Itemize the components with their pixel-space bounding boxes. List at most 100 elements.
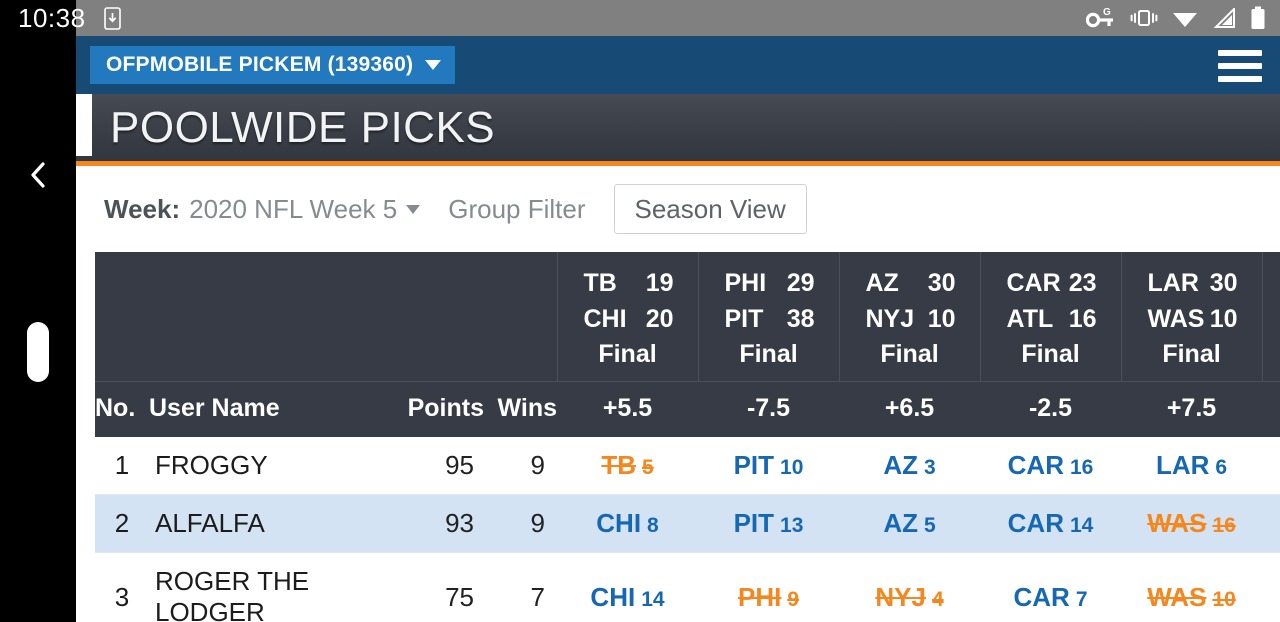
phone-left-gutter [0,36,76,622]
pick: WAS 16 [1147,508,1236,539]
pick-cell[interactable]: WAS 16 [1121,494,1262,553]
pick-team: TB [601,450,636,480]
pick-cell[interactable]: CAR 7 [980,552,1121,622]
home-team: PIT [724,304,764,333]
game-header-cell[interactable]: TB 19 CHI 20 Final [556,252,698,382]
row-rank: 1 [95,437,149,495]
pick-team: PHI [737,581,782,612]
row-user[interactable]: ROGER THE LODGER [149,552,394,622]
battery-icon [1251,6,1265,29]
game-status: Final [1021,340,1080,368]
pick-team: CHI [590,581,636,612]
row-user[interactable]: ALFALFA [149,494,394,553]
wifi-icon [1173,13,1197,27]
app-navbar: OFPMOBILE PICKEM (139360) [76,36,1280,94]
hamburger-bar [1218,63,1262,69]
gesture-pill-handle[interactable] [27,322,49,382]
pick-confidence: 10 [1212,587,1236,611]
table-row[interactable]: 2 ALFALFA 93 9 CHI 8 PIT 13 AZ 5 CAR 14 WAS 1… [95,494,1280,553]
pick: TB 5 [601,450,653,481]
pick-cell[interactable]: PIT 10 [698,437,839,495]
game-header-cell[interactable]: CAR 23 ATL 16 Final [979,252,1121,382]
row-user[interactable]: FROGGY [149,437,394,495]
game-header-cell-partial[interactable] [1261,252,1280,382]
game-status: Final [1162,340,1221,368]
pick-cell[interactable]: CAR 14 [980,494,1121,553]
poolwide-picks-table: TB 19 CHI 20 Final PHI 29 PIT 38 Final A… [95,252,1280,622]
column-header-user[interactable]: User Name [149,381,394,437]
pick: LAR 6 [1156,450,1227,481]
home-score: 38 [786,304,815,333]
pick-cell[interactable]: AZ 5 [839,494,980,553]
column-header-spread: -7.5 [698,381,839,437]
game-header-cell[interactable]: AZ 30 NYJ 10 Final [838,252,980,382]
pick-cell[interactable] [1262,494,1280,553]
home-score: 16 [1068,304,1097,333]
pick-confidence: 16 [1069,456,1094,479]
home-team: NYJ [865,304,915,333]
pick-confidence: 13 [780,514,804,537]
pick-team: LAR [1155,450,1210,480]
pick-cell[interactable]: CAR 16 [980,437,1121,495]
home-team: ATL [1006,304,1054,333]
game-header-cell[interactable]: PHI 29 PIT 38 Final [697,252,839,382]
season-view-button[interactable]: Season View [613,184,807,234]
pick-confidence: 9 [787,587,800,611]
table-body: 1 FROGGY 95 9 TB 5 PIT 10 AZ 3 CAR 16 LAR 6 2… [95,437,1280,622]
game-status: Final [739,340,798,368]
back-chevron-icon[interactable] [26,160,50,190]
status-bar: 10:38 G [0,0,1280,36]
hamburger-bar [1218,50,1262,56]
pick-confidence: 16 [1212,514,1236,537]
hamburger-menu-icon[interactable] [1218,50,1262,82]
home-score-line: PIT 38 [699,302,839,338]
table-head: TB 19 CHI 20 Final PHI 29 PIT 38 Final A… [95,252,1280,437]
pick-cell[interactable]: LAR 6 [1121,437,1262,495]
column-header-spread: +5.5 [557,381,698,437]
pick-team: CHI [596,508,642,538]
pick: PIT 10 [734,450,804,481]
pick-cell[interactable]: AZ 3 [839,437,980,495]
game-header-cell[interactable]: LAR 30 WAS 10 Final [1120,252,1262,382]
hamburger-bar [1218,76,1262,82]
away-team: AZ [865,269,899,297]
week-selector[interactable]: 2020 NFL Week 5 [189,194,421,225]
pick-confidence: 14 [641,587,665,611]
pick: CAR 14 [1008,508,1094,539]
pick: CAR 16 [1008,450,1094,481]
pick-cell[interactable]: PHI 9 [698,552,839,622]
home-score: 10 [1209,304,1238,333]
column-header-wins[interactable]: Wins [484,381,557,437]
column-header-spread [1262,381,1280,437]
game-status: Final [880,340,939,368]
column-header-spread: +6.5 [839,381,980,437]
week-label: Week: [104,193,181,224]
pick-cell[interactable]: PIT 13 [698,494,839,553]
pick-cell[interactable] [1262,437,1280,495]
away-score: 19 [645,269,674,297]
pick: WAS 10 [1147,582,1236,613]
pick-team: AZ [883,450,918,480]
pick: AZ 5 [883,508,935,539]
svg-text:G: G [1103,7,1111,18]
pool-selector-button[interactable]: OFPMOBILE PICKEM (139360) [90,46,456,84]
row-points: 75 [394,552,484,622]
column-header-no[interactable]: No. [95,381,149,437]
table-row[interactable]: 1 FROGGY 95 9 TB 5 PIT 10 AZ 3 CAR 16 LAR 6 [95,437,1280,495]
pick-cell[interactable]: TB 5 [557,437,698,495]
table-row[interactable]: 3 ROGER THE LODGER 75 7 CHI 14 PHI 9 NYJ 4 … [95,552,1280,622]
pick-cell[interactable] [1262,552,1280,622]
pick-confidence: 6 [1215,456,1228,479]
pool-name-label: OFPMOBILE PICKEM (139360) [106,53,414,76]
row-rank: 3 [95,552,149,622]
row-rank: 2 [95,494,149,553]
game-status: Final [598,340,657,368]
pick-cell[interactable]: WAS 10 [1121,552,1262,622]
pick-cell[interactable]: CHI 14 [557,552,698,622]
pick-cell[interactable]: CHI 8 [557,494,698,553]
app-viewport: OFPMOBILE PICKEM (139360) POOLWIDE PICKS… [76,36,1280,622]
pick-cell[interactable]: NYJ 4 [839,552,980,622]
group-filter-button[interactable]: Group Filter [448,194,585,225]
game-header-row: TB 19 CHI 20 Final PHI 29 PIT 38 Final A… [95,252,1280,382]
column-header-points[interactable]: Points [394,381,484,437]
